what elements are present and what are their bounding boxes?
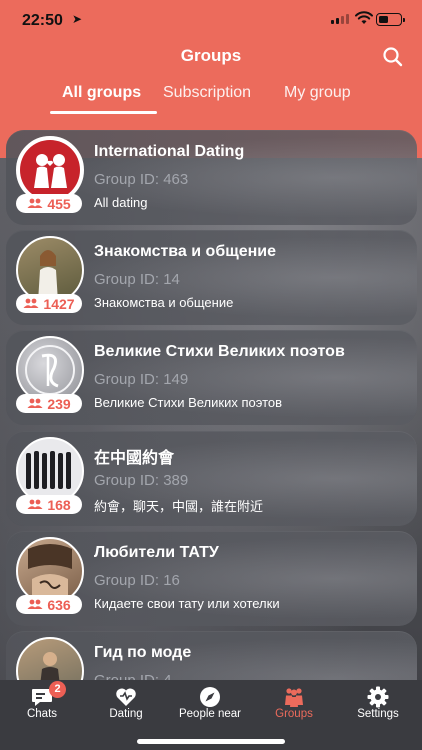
members-icon [27, 198, 43, 208]
nav-groups[interactable]: Groups [252, 680, 336, 730]
tab-all-groups[interactable]: All groups [62, 84, 141, 102]
group-name: Великие Стихи Великих поэтов [94, 343, 345, 360]
group-name: Любители ТАТУ [94, 544, 219, 561]
wifi-icon [355, 11, 373, 24]
nav-label: Dating [109, 708, 143, 720]
group-description: All dating [94, 195, 148, 210]
tab-my-group[interactable]: My group [284, 84, 351, 102]
heart-icon [116, 688, 136, 706]
group-id: Group ID: 16 [94, 572, 180, 589]
member-count-badge: 636 [16, 595, 82, 614]
nav-dating[interactable]: Dating [84, 680, 168, 730]
group-card[interactable]: 239 Великие Стихи Великих поэтов Group I… [6, 330, 417, 425]
battery-icon [376, 13, 405, 26]
group-card[interactable]: 168 在中國約會 Group ID: 389 約會，聊天，中國，誰在附近 [6, 431, 417, 526]
group-card[interactable]: 1427 Знакомства и общение Group ID: 14 З… [6, 230, 417, 325]
status-bar: 22:50 ➤ [0, 0, 422, 40]
member-count-badge: 1427 [16, 294, 82, 313]
home-indicator [137, 739, 285, 744]
people-group-icon [285, 688, 303, 707]
cellular-signal-icon [331, 14, 349, 24]
location-arrow-icon: ➤ [72, 12, 83, 26]
members-icon [23, 298, 39, 308]
member-count: 636 [47, 596, 71, 613]
member-count-badge: 168 [16, 495, 82, 514]
page-title: Groups [180, 46, 242, 65]
nav-label: Chats [26, 708, 58, 720]
unread-badge: 2 [49, 681, 66, 698]
active-tab-indicator [50, 111, 157, 114]
group-name: 在中國約會 [94, 450, 175, 467]
group-card[interactable]: 636 Любители ТАТУ Group ID: 16 Кидаете с… [6, 531, 417, 626]
group-description: Кидаете свои тату или хотелки [94, 596, 280, 611]
nav-people-near[interactable]: People near [168, 680, 252, 730]
group-tabs: All groups Subscription My group [0, 84, 422, 114]
group-name: Гид по моде [94, 644, 192, 661]
group-name: Знакомства и общение [94, 243, 277, 260]
group-id: Group ID: 149 [94, 371, 189, 388]
group-description: Великие Стихи Великих поэтов [94, 395, 283, 410]
group-name: International Dating [94, 143, 245, 160]
member-count: 239 [47, 395, 71, 412]
group-card[interactable]: 455 International Dating Group ID: 463 A… [6, 130, 417, 225]
group-id: Group ID: 463 [94, 171, 189, 188]
group-description: 約會，聊天，中國，誰在附近 [94, 499, 264, 514]
status-time: 22:50 [22, 12, 63, 29]
search-icon[interactable] [380, 44, 406, 70]
member-count-badge: 239 [16, 394, 82, 413]
group-description: Знакомства и общение [94, 295, 234, 310]
members-icon [27, 599, 43, 609]
member-count: 1427 [43, 295, 75, 312]
members-icon [27, 398, 43, 408]
nav-label: People near [178, 708, 242, 720]
nav-settings[interactable]: Settings [336, 680, 420, 730]
group-id: Group ID: 389 [94, 472, 189, 489]
member-count: 455 [47, 195, 71, 212]
nav-label: Settings [357, 708, 399, 720]
group-id: Group ID: 14 [94, 271, 180, 288]
members-icon [27, 499, 43, 509]
nav-label: Groups [275, 708, 313, 720]
member-count-badge: 455 [16, 194, 82, 213]
nav-chats[interactable]: 2 Chats [0, 680, 84, 730]
member-count: 168 [47, 496, 71, 513]
compass-icon [200, 687, 220, 707]
gear-icon [367, 686, 389, 708]
tab-subscription[interactable]: Subscription [163, 84, 251, 102]
